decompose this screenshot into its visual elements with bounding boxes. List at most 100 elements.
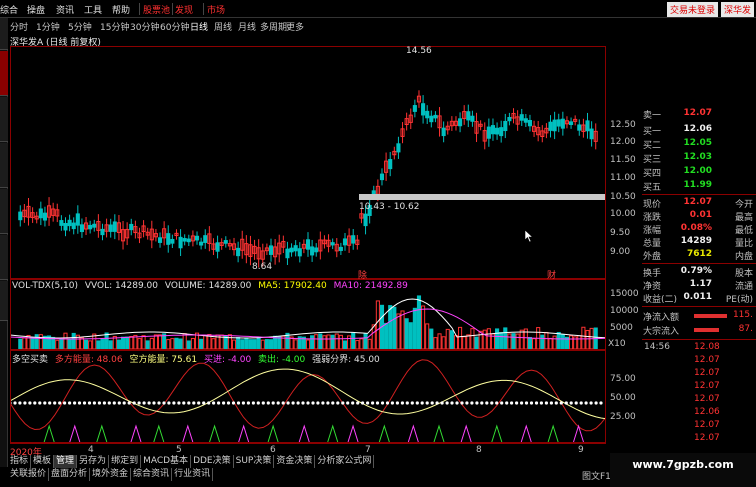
period-1min[interactable]: 1分钟 — [36, 20, 60, 33]
signal-triangle — [69, 424, 81, 443]
osc-indicator-name[interactable]: 多空买卖 — [12, 355, 48, 365]
divider-dot — [48, 401, 52, 405]
divider-dot — [87, 401, 92, 405]
tab-indicator[interactable]: 指标 — [8, 455, 32, 468]
period-30min[interactable]: 30分钟 — [130, 20, 159, 33]
tab-foreign-funds[interactable]: 境外资金 — [90, 468, 132, 481]
tab-general-news[interactable]: 综合资讯 — [131, 468, 173, 481]
volume-bar — [260, 339, 265, 350]
candle-body — [412, 105, 417, 112]
flow-bar — [694, 314, 727, 318]
volume-bar — [540, 334, 545, 350]
volume-bar — [462, 336, 467, 350]
sidebar-tab[interactable] — [0, 235, 8, 280]
volume-bar — [388, 305, 393, 350]
menu-help[interactable]: 帮助 — [112, 3, 130, 16]
period-multi[interactable]: 多周期 — [260, 20, 287, 33]
volume-bar — [83, 339, 89, 350]
period-60min[interactable]: 60分钟 — [160, 20, 189, 33]
volume-bar — [478, 330, 483, 350]
volume-bar — [495, 328, 500, 350]
tab-sup[interactable]: SUP决策 — [234, 455, 275, 468]
stock-name-button[interactable]: 深华发 — [720, 2, 754, 17]
tab-macd[interactable]: MACD基本 — [141, 455, 192, 468]
menu-news[interactable]: 资讯 — [56, 3, 74, 16]
volume-bar — [322, 335, 327, 350]
sidebar-tab[interactable] — [0, 18, 8, 50]
stat-value: 0.011 — [683, 292, 712, 302]
volume-bar — [310, 335, 315, 350]
candle-body — [67, 219, 72, 227]
sidebar-tab[interactable] — [0, 97, 8, 142]
signal-triangle — [347, 424, 359, 443]
tab-dde[interactable]: DDE决策 — [191, 455, 234, 468]
candle-body — [519, 114, 524, 121]
period-15min[interactable]: 15分钟 — [100, 20, 129, 33]
sidebar-tab[interactable] — [0, 189, 8, 234]
divider-dot — [246, 401, 250, 405]
tab-save-as[interactable]: 另存为 — [77, 455, 110, 468]
tab-fund[interactable]: 资金决策 — [274, 455, 316, 468]
volume-bar — [38, 334, 43, 350]
stat-label-2: 最高 — [734, 213, 753, 223]
sidebar-tab-active[interactable] — [0, 51, 8, 96]
candle-body — [18, 211, 23, 221]
divider-dot — [68, 401, 72, 405]
divider-dot — [291, 401, 295, 405]
candlestick-chart[interactable]: 14.56 8.64 10.43 - 10.62 除 财 — [10, 46, 606, 281]
period-monthly[interactable]: 月线 — [238, 20, 256, 33]
divider-dot — [415, 401, 419, 405]
menu-comprehensive[interactable]: 综合 — [0, 3, 18, 16]
divider-dot — [589, 401, 593, 405]
divider-dot — [410, 401, 414, 405]
period-more[interactable]: 更多 — [286, 20, 304, 33]
volume-bar — [240, 339, 245, 350]
menu-market[interactable]: 市场 — [207, 3, 225, 16]
range-box-label: 10.43 - 10.62 — [359, 202, 420, 212]
period-timeshare[interactable]: 分时 — [10, 20, 28, 33]
sidebar-tab[interactable] — [0, 143, 8, 188]
divider-dot — [112, 401, 116, 405]
tab-market-analysis[interactable]: 盘面分析 — [49, 468, 91, 481]
tab-template[interactable]: 模板 — [31, 455, 55, 468]
sidebar-tab[interactable] — [0, 281, 8, 321]
menu-tools[interactable]: 工具 — [84, 3, 102, 16]
menu-trading[interactable]: 操盘 — [27, 3, 45, 16]
volume-bar — [396, 313, 401, 350]
level-label: 买三 — [643, 155, 662, 165]
tab-manage[interactable]: 管理 — [54, 455, 78, 468]
tab-formula-site[interactable]: 分析家公式网 — [315, 455, 375, 468]
buy-level-row: 买五 11.99 — [642, 180, 756, 193]
tab-related-quotes[interactable]: 关联报价 — [8, 468, 50, 481]
date-tick: 7 — [365, 445, 371, 455]
candle-body — [338, 246, 343, 251]
vol-axis-tick: 5000 — [610, 323, 633, 333]
axis-tick: 10.00 — [610, 209, 636, 219]
vol-indicator-name[interactable]: VOL-TDX(5,10) — [12, 281, 78, 291]
candle-body — [215, 242, 220, 252]
period-daily[interactable]: 日线 — [190, 20, 208, 33]
volume-bar — [532, 338, 537, 350]
tick-price: 12.07 — [694, 420, 720, 430]
period-5min[interactable]: 5分钟 — [68, 20, 92, 33]
date-tick: 4 — [88, 445, 94, 455]
volume-bar — [474, 336, 479, 350]
menu-stock-pool[interactable]: 股票池 — [143, 3, 170, 16]
trade-login-button[interactable]: 交易未登录 — [666, 2, 718, 17]
divider-dot — [425, 401, 429, 405]
menu-discover[interactable]: 发现 — [175, 3, 193, 16]
divider-dot — [182, 401, 186, 405]
divider-dot — [455, 401, 459, 405]
volume-bar — [552, 335, 557, 350]
tab-bind-to[interactable]: 绑定到 — [109, 455, 142, 468]
divider-dot — [420, 401, 424, 405]
period-weekly[interactable]: 周线 — [214, 20, 232, 33]
stat-row: 涨幅 0.08% 最低 — [642, 223, 756, 236]
flow-label: 净流入额 — [643, 313, 680, 323]
divider-dot — [296, 401, 300, 405]
quote-divider — [642, 263, 756, 264]
candle-body — [108, 224, 113, 232]
divider-dot — [490, 401, 494, 405]
tab-industry-news[interactable]: 行业资讯 — [172, 468, 214, 481]
volume-bar — [116, 339, 121, 350]
